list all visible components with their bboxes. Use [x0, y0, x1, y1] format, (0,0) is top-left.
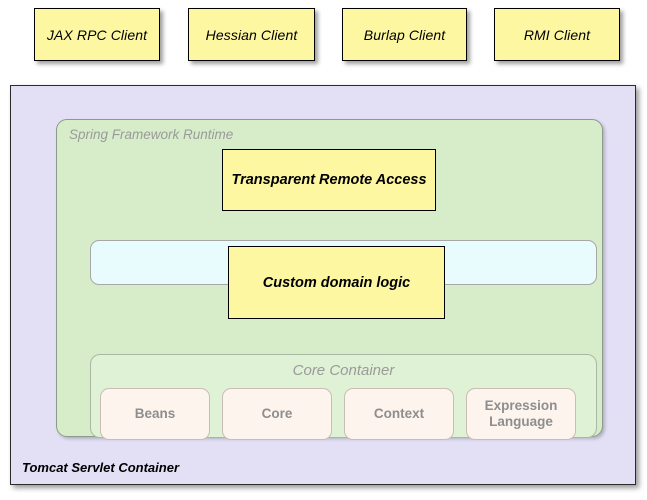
- feature-box-label: Transparent Remote Access: [231, 172, 426, 188]
- module-box-expression-language[interactable]: Expression Language: [466, 388, 576, 440]
- feature-box-label: Custom domain logic: [263, 275, 410, 291]
- core-container: Core Container Beans Core Context Expres…: [90, 354, 597, 438]
- module-box-beans[interactable]: Beans: [100, 388, 210, 440]
- module-box-label: Core: [262, 406, 293, 422]
- module-box-context[interactable]: Context: [344, 388, 454, 440]
- core-container-label: Core Container: [91, 362, 596, 379]
- client-box-label: JAX RPC Client: [47, 27, 147, 43]
- client-box-rmi[interactable]: RMI Client: [494, 8, 620, 61]
- client-box-hessian[interactable]: Hessian Client: [188, 8, 315, 61]
- feature-box-transparent-remote-access[interactable]: Transparent Remote Access: [222, 149, 436, 211]
- tomcat-servlet-container: Spring Framework Runtime Web Core Contai…: [10, 85, 636, 485]
- module-box-label: Beans: [135, 406, 176, 422]
- client-box-burlap[interactable]: Burlap Client: [342, 8, 467, 61]
- feature-box-custom-domain-logic[interactable]: Custom domain logic: [228, 246, 445, 319]
- module-box-core[interactable]: Core: [222, 388, 332, 440]
- spring-framework-runtime-label: Spring Framework Runtime: [69, 127, 233, 142]
- client-box-label: RMI Client: [524, 27, 590, 43]
- client-box-label: Burlap Client: [364, 27, 445, 43]
- module-box-label: Expression Language: [475, 398, 567, 430]
- client-box-jax-rpc[interactable]: JAX RPC Client: [34, 8, 160, 61]
- client-box-label: Hessian Client: [206, 27, 298, 43]
- diagram-canvas: JAX RPC Client Hessian Client Burlap Cli…: [0, 0, 647, 500]
- module-box-label: Context: [374, 406, 424, 422]
- tomcat-servlet-container-label: Tomcat Servlet Container: [22, 460, 179, 475]
